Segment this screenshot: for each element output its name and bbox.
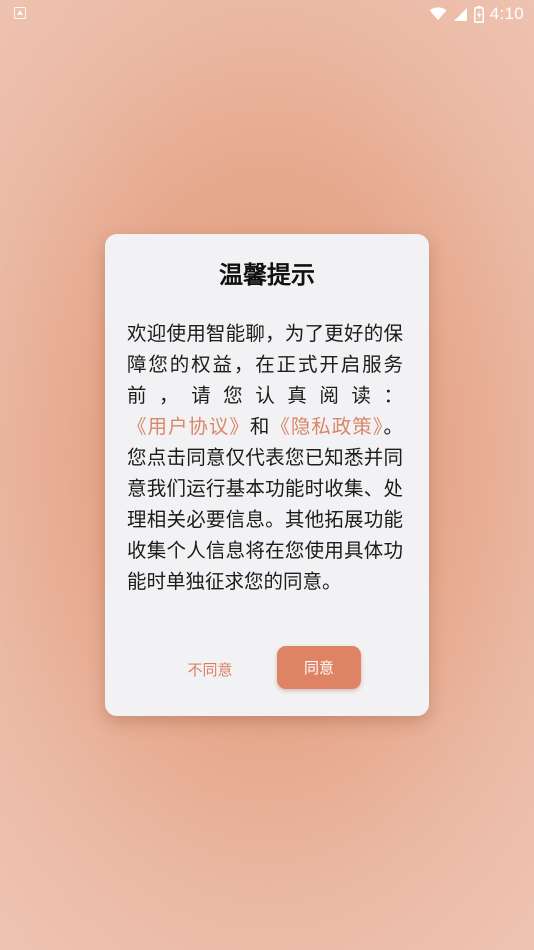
user-agreement-link[interactable]: 《用户协议》 — [127, 415, 250, 438]
cellular-signal-icon — [453, 7, 468, 22]
status-bar: 4:10 — [0, 0, 534, 28]
agree-button[interactable]: 同意 — [277, 646, 361, 689]
status-icons: 4:10 — [429, 3, 524, 25]
body-text-and: 和 — [249, 415, 271, 438]
a-notification-icon — [14, 7, 26, 19]
battery-icon — [473, 5, 484, 23]
body-text-details: 。您点击同意仅代表您已知悉并同意我们运行基本功能时收集、处理相关必要信息。其他拓… — [127, 415, 403, 593]
disagree-button[interactable]: 不同意 — [177, 648, 243, 690]
status-time: 4:10 — [489, 4, 524, 23]
wifi-icon — [429, 7, 447, 21]
privacy-dialog: 温馨提示 欢迎使用智能聊，为了更好的保障您的权益，在正式开启服务前，请您认真阅读… — [105, 234, 429, 716]
privacy-policy-link[interactable]: 《隐私政策》 — [270, 415, 383, 438]
dialog-title: 温馨提示 — [219, 261, 315, 289]
dialog-body: 欢迎使用智能聊，为了更好的保障您的权益，在正式开启服务前，请您认真阅读： 《用户协… — [127, 318, 403, 597]
body-text-intro: 欢迎使用智能聊，为了更好的保障您的权益，在正式开启服务前，请您认真阅读： — [127, 322, 403, 407]
